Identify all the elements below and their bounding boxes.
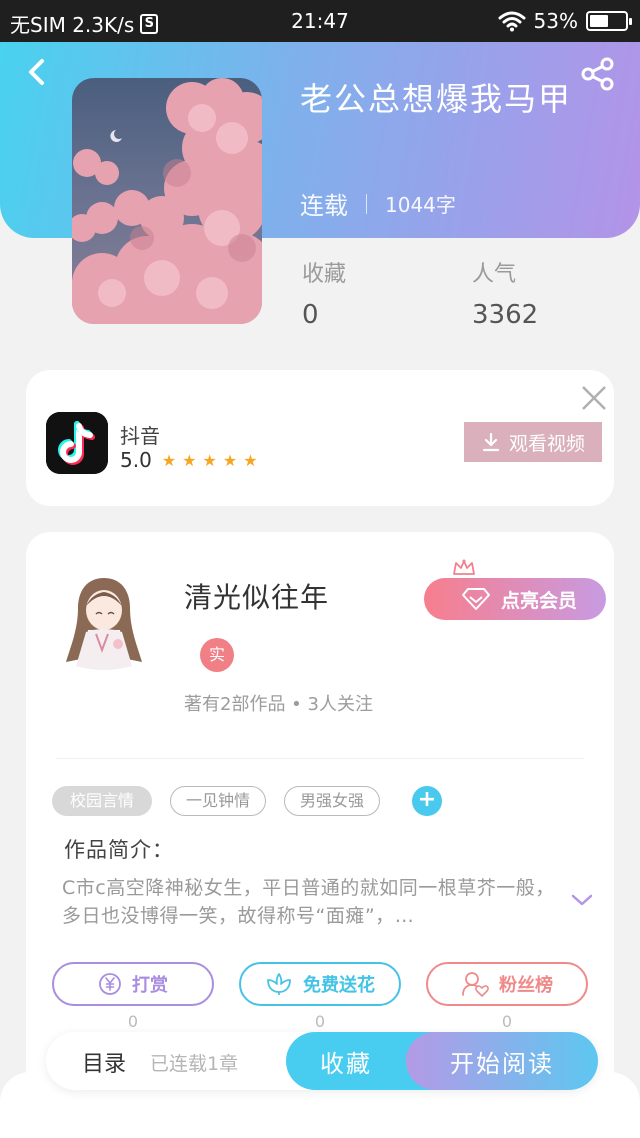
- author-avatar[interactable]: [56, 570, 152, 674]
- favorites-label: 收藏: [302, 262, 347, 287]
- ad-rating: 5.0 ★★★★★: [120, 448, 264, 472]
- tiktok-logo-icon: [46, 412, 108, 474]
- flower-count: 0: [314, 1012, 326, 1031]
- intro-text: C市c高空降神秘女生，平日普通的就如同一根草芥一般，多日也没博得一笑，故得称号“…: [62, 877, 555, 927]
- battery-fill: [590, 15, 608, 27]
- tag-item[interactable]: 一见钟情: [170, 786, 266, 816]
- download-icon: [482, 432, 500, 452]
- popularity-stat: 人气 3362: [472, 256, 538, 330]
- status-right: 53%: [498, 9, 632, 33]
- reward-button[interactable]: 打赏: [52, 962, 214, 1006]
- start-reading-label: 开始阅读: [450, 1049, 554, 1078]
- reward-label: 打赏: [132, 975, 168, 996]
- intro-title: 作品简介：: [64, 838, 174, 862]
- crown-icon: [453, 559, 475, 575]
- author-name[interactable]: 清光似往年: [184, 576, 329, 616]
- book-detail-page: 无SIM 2.3K/s S 21:47 53% 老公总想爆我马甲 连载 1044…: [0, 0, 640, 1138]
- fans-ranking-button[interactable]: 粉丝榜: [426, 962, 588, 1006]
- author-stats: 著有2部作品 • 3人关注: [184, 694, 373, 715]
- reward-count: 0: [127, 1012, 139, 1031]
- tag-item[interactable]: 男强女强: [284, 786, 380, 816]
- yen-icon: [99, 973, 121, 995]
- start-reading-button[interactable]: 开始阅读: [406, 1032, 598, 1090]
- status-bar: 无SIM 2.3K/s S 21:47 53%: [0, 0, 640, 42]
- author-card: 清光似往年 实 著有2部作品 • 3人关注 点亮会员 校园言情 一见钟情 男强女…: [26, 532, 614, 1092]
- divider: [56, 758, 584, 759]
- flower-icon: [267, 973, 291, 995]
- diamond-icon: [461, 588, 490, 610]
- ad-rating-value: 5.0: [120, 448, 152, 472]
- bottom-action-bar: 目录 已连载1章 收藏 开始阅读: [46, 1032, 598, 1090]
- rating-stars-icon: ★★★★★: [161, 450, 264, 470]
- back-arrow-icon[interactable]: [22, 56, 54, 88]
- send-flower-label: 免费送花: [303, 975, 375, 996]
- fans-icon: [462, 972, 489, 997]
- wifi-icon: [498, 11, 526, 32]
- fans-count: 0: [501, 1012, 513, 1031]
- meta-divider: [366, 193, 367, 214]
- watch-video-label: 观看视频: [508, 432, 585, 455]
- book-meta: 连载 1044字: [300, 186, 456, 221]
- close-icon[interactable]: [580, 384, 608, 412]
- book-status: 连载: [300, 192, 348, 220]
- fans-ranking-label: 粉丝榜: [499, 975, 553, 996]
- vip-label: 点亮会员: [500, 589, 577, 612]
- word-count: 1044字: [385, 193, 456, 217]
- favorites-stat: 收藏 0: [302, 256, 346, 330]
- ad-app-name: 抖音: [120, 424, 160, 448]
- send-flower-button[interactable]: 免费送花: [239, 962, 401, 1006]
- cover-image-clouds: [72, 78, 262, 324]
- battery-icon: [586, 11, 632, 31]
- book-title: 老公总想爆我马甲: [300, 80, 573, 118]
- toc-button[interactable]: 目录: [82, 1046, 126, 1078]
- vip-button[interactable]: 点亮会员: [424, 578, 606, 620]
- verified-badge: 实: [200, 638, 234, 672]
- favorites-value: 0: [302, 300, 319, 330]
- ad-card[interactable]: 抖音 5.0 ★★★★★ 观看视频: [26, 370, 614, 506]
- tag-item[interactable]: 校园言情: [52, 786, 152, 816]
- battery-percent: 53%: [533, 9, 578, 33]
- add-tag-button[interactable]: +: [412, 786, 442, 816]
- chevron-down-icon[interactable]: [570, 892, 594, 908]
- collect-label: 收藏: [320, 1049, 372, 1078]
- watch-video-button[interactable]: 观看视频: [464, 422, 602, 462]
- toc-progress[interactable]: 已连载1章: [150, 1049, 238, 1076]
- book-cover[interactable]: [72, 78, 262, 324]
- popularity-label: 人气: [472, 262, 517, 287]
- popularity-value: 3362: [472, 300, 539, 330]
